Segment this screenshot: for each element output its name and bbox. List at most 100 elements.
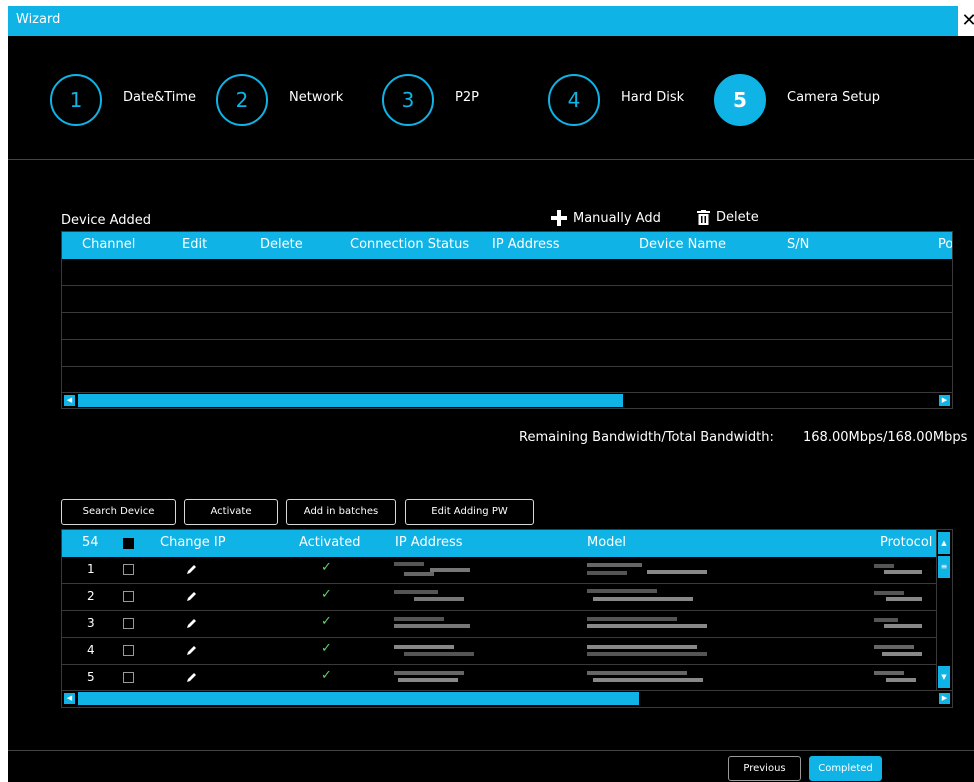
wizard-steps: 1 Date&Time 2 Network 3 P2P 4 Hard Disk … [8, 36, 974, 160]
protocol-blurred [874, 614, 924, 632]
protocol-blurred [874, 641, 924, 659]
search-results-hscroll[interactable]: ◀ ▶ [62, 690, 952, 706]
row-checkbox[interactable] [123, 618, 134, 629]
activate-button[interactable]: Activate [184, 499, 278, 525]
check-icon: ✓ [321, 587, 332, 602]
row-checkbox[interactable] [123, 591, 134, 602]
device-added-hscroll[interactable]: ◀ ▶ [62, 392, 952, 408]
scroll-right-icon[interactable]: ▶ [939, 693, 950, 704]
row-checkbox[interactable] [123, 672, 134, 683]
col-sn: S/N [787, 237, 810, 252]
ip-blurred [394, 614, 480, 632]
step-5-label: Camera Setup [787, 90, 880, 105]
col-channel: Channel [82, 237, 136, 252]
check-icon: ✓ [321, 560, 332, 575]
bandwidth-label: Remaining Bandwidth/Total Bandwidth: [519, 430, 774, 445]
row-number: 1 [87, 562, 95, 576]
close-icon[interactable]: ✕ [958, 6, 974, 36]
col-connection-status: Connection Status [350, 237, 470, 252]
device-count: 54 [82, 535, 99, 550]
search-results-table: 54 Change IP Activated IP Address Model … [61, 529, 953, 708]
check-icon: ✓ [321, 641, 332, 656]
plus-icon [551, 210, 567, 226]
col-activated: Activated [299, 535, 361, 550]
col-ip-address: IP Address [395, 535, 463, 550]
row-checkbox[interactable] [123, 564, 134, 575]
pencil-icon[interactable] [186, 644, 198, 656]
select-all-checkbox[interactable] [123, 538, 134, 549]
search-results-header: 54 Change IP Activated IP Address Model … [62, 530, 936, 557]
col-protocol: Protocol [880, 535, 933, 550]
row-number: 3 [87, 616, 95, 630]
table-row[interactable]: 5 ✓ [62, 665, 936, 691]
scroll-left-icon[interactable]: ◀ [64, 395, 75, 406]
step-5-circle[interactable]: 5 [714, 74, 766, 126]
wizard-window: Wizard ✕ 1 Date&Time 2 Network 3 P2P 4 H… [8, 6, 974, 782]
col-edit: Edit [182, 237, 208, 252]
table-row[interactable] [62, 259, 952, 286]
footer-divider [8, 750, 974, 751]
row-number: 4 [87, 643, 95, 657]
pencil-icon[interactable] [186, 590, 198, 602]
ip-blurred [394, 560, 480, 578]
table-row[interactable] [62, 286, 952, 313]
ip-blurred [394, 587, 480, 605]
device-added-title: Device Added [61, 213, 152, 228]
manually-add-button[interactable]: Manually Add [551, 210, 661, 226]
col-port: Po [938, 237, 953, 252]
step-4-circle[interactable]: 4 [548, 74, 600, 126]
table-row[interactable]: 3 ✓ [62, 611, 936, 638]
model-blurred [587, 614, 713, 632]
check-icon: ✓ [321, 614, 332, 629]
row-number: 2 [87, 589, 95, 603]
pencil-icon[interactable] [186, 617, 198, 629]
table-row[interactable]: 2 ✓ [62, 584, 936, 611]
table-row[interactable] [62, 367, 952, 393]
window-title: Wizard [16, 12, 61, 27]
row-number: 5 [87, 670, 95, 684]
check-icon: ✓ [321, 668, 332, 683]
pencil-icon[interactable] [186, 563, 198, 575]
scroll-thumb-grip-icon[interactable]: ≡ [938, 556, 950, 578]
scroll-thumb[interactable] [78, 394, 623, 407]
protocol-blurred [874, 668, 924, 686]
model-blurred [587, 560, 713, 578]
bandwidth-value: 168.00Mbps/168.00Mbps [803, 430, 968, 445]
scroll-right-icon[interactable]: ▶ [939, 395, 950, 406]
title-bar: Wizard [8, 6, 974, 36]
step-1-circle[interactable]: 1 [50, 74, 102, 126]
table-row[interactable]: 1 ✓ [62, 557, 936, 584]
model-blurred [587, 668, 713, 686]
col-delete: Delete [260, 237, 303, 252]
scroll-down-icon[interactable]: ▼ [938, 666, 950, 688]
scroll-thumb[interactable] [78, 692, 639, 705]
pencil-icon[interactable] [186, 671, 198, 683]
previous-button[interactable]: Previous [728, 756, 801, 781]
col-device-name: Device Name [639, 237, 726, 252]
step-4-label: Hard Disk [621, 90, 685, 105]
ip-blurred [394, 641, 480, 659]
table-row[interactable] [62, 313, 952, 340]
table-row[interactable] [62, 340, 952, 367]
col-ip-address: IP Address [492, 237, 560, 252]
scroll-up-icon[interactable]: ▲ [938, 532, 950, 554]
protocol-blurred [874, 560, 924, 578]
search-results-vscroll[interactable]: ▲ ≡ ▼ [936, 530, 952, 690]
model-blurred [587, 587, 713, 605]
edit-adding-pw-button[interactable]: Edit Adding PW [405, 499, 534, 525]
add-in-batches-button[interactable]: Add in batches [286, 499, 396, 525]
row-checkbox[interactable] [123, 645, 134, 656]
table-row[interactable]: 4 ✓ [62, 638, 936, 665]
completed-button[interactable]: Completed [809, 756, 882, 781]
device-added-header: Channel Edit Delete Connection Status IP… [62, 232, 952, 259]
col-model: Model [587, 535, 627, 550]
ip-blurred [394, 668, 480, 686]
device-added-table: Channel Edit Delete Connection Status IP… [61, 231, 953, 409]
protocol-blurred [874, 587, 924, 605]
step-3-circle[interactable]: 3 [382, 74, 434, 126]
search-device-button[interactable]: Search Device [61, 499, 176, 525]
delete-button[interactable]: Delete [697, 210, 759, 225]
scroll-left-icon[interactable]: ◀ [64, 693, 75, 704]
model-blurred [587, 641, 713, 659]
step-2-circle[interactable]: 2 [216, 74, 268, 126]
